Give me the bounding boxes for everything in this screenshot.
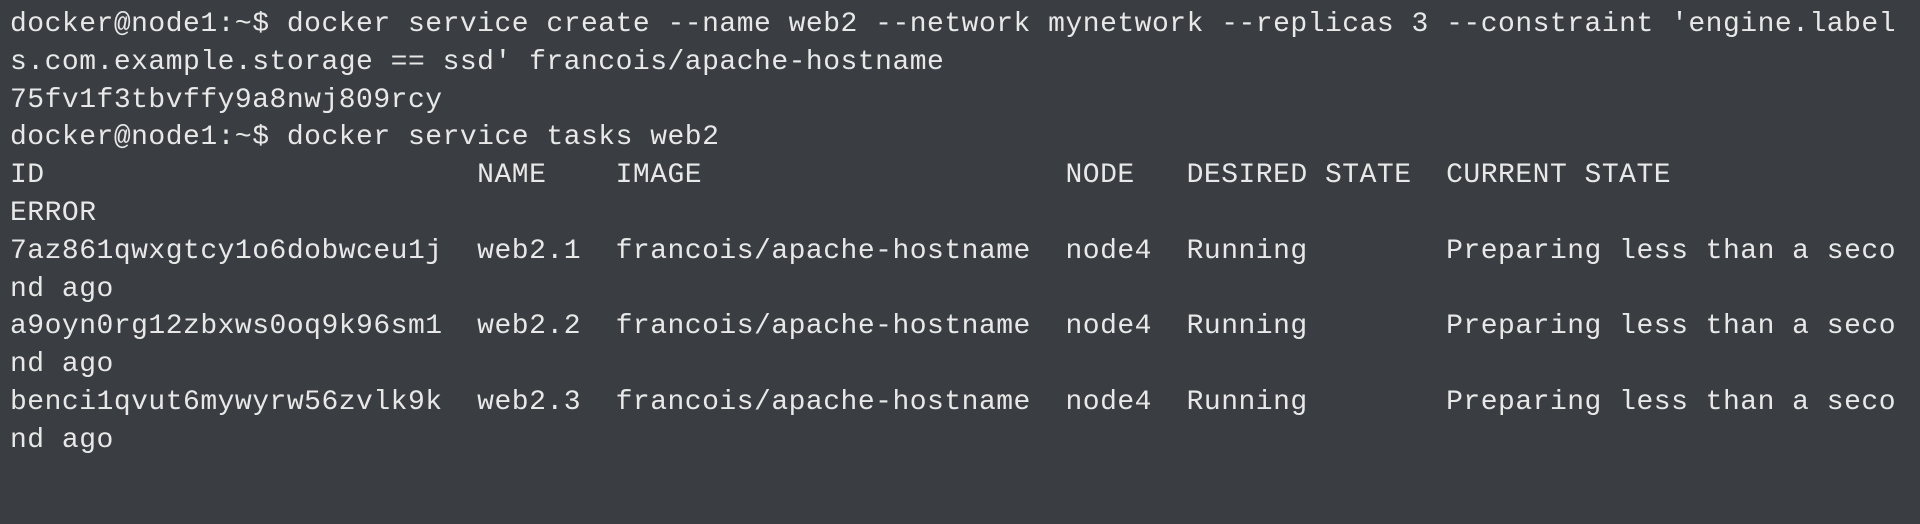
- service-id-output: 75fv1f3tbvffy9a8nwj809rcy: [10, 82, 1910, 120]
- shell-prompt: docker@node1:~$: [10, 122, 287, 153]
- command-text: docker service create --name web2 --netw…: [10, 9, 1896, 78]
- shell-prompt: docker@node1:~$: [10, 9, 287, 40]
- table-header: ID NAME IMAGE NODE DESIRED STATE CURRENT…: [10, 157, 1910, 233]
- command-text: docker service tasks web2: [287, 122, 720, 153]
- terminal-output[interactable]: docker@node1:~$ docker service create --…: [10, 6, 1910, 460]
- table-row: benci1qvut6mywyrw56zvlk9k web2.3 francoi…: [10, 384, 1910, 460]
- table-row: a9oyn0rg12zbxws0oq9k96sm1 web2.2 francoi…: [10, 308, 1910, 384]
- command-line-2: docker@node1:~$ docker service tasks web…: [10, 119, 1910, 157]
- table-row: 7az861qwxgtcy1o6dobwceu1j web2.1 francoi…: [10, 233, 1910, 309]
- command-line-1: docker@node1:~$ docker service create --…: [10, 6, 1910, 82]
